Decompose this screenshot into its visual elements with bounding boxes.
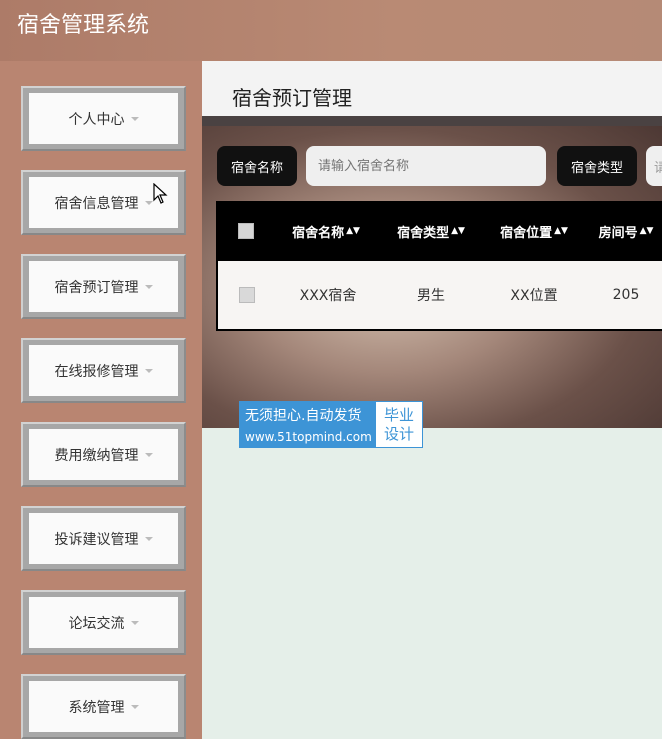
cell-dorm-type: 男生 <box>417 288 445 304</box>
cell-dorm-name: XXX宿舍 <box>299 288 357 304</box>
sidebar-item-fee-payment[interactable]: 费用缴纳管理 <box>21 422 186 487</box>
select-all-checkbox[interactable] <box>238 223 254 239</box>
watermark-line1: 无须担心.自动发货 <box>245 408 362 424</box>
caret-down-icon <box>130 116 139 121</box>
row-select-cell <box>237 261 257 329</box>
column-header-dorm-name[interactable]: 宿舍名称 ▲▼ <box>276 201 376 261</box>
sidebar-item-label: 宿舍预订管理 <box>54 279 139 296</box>
sidebar-item-label: 费用缴纳管理 <box>54 447 139 464</box>
page-title: 宿舍预订管理 <box>232 86 352 110</box>
dorm-type-placeholder: 请 <box>654 160 662 176</box>
sidebar-item-label: 个人中心 <box>68 111 125 128</box>
cell-room-number: 205 <box>612 287 640 303</box>
watermark-right: 毕业 设计 <box>375 401 423 448</box>
row-checkbox[interactable] <box>239 287 255 303</box>
column-label: 房间号 <box>598 225 638 241</box>
caret-down-icon <box>144 284 153 289</box>
dorm-name-label: 宿舍名称 <box>217 146 297 186</box>
sort-icon: ▲▼ <box>451 226 465 236</box>
caret-down-icon <box>144 200 153 205</box>
sidebar-item-label: 投诉建议管理 <box>54 531 139 548</box>
sidebar-item-dorm-booking[interactable]: 宿舍预订管理 <box>21 254 186 319</box>
watermark-right-bottom: 设计 <box>383 424 414 443</box>
sidebar-item-label: 宿舍信息管理 <box>54 195 139 212</box>
sidebar-item-forum[interactable]: 论坛交流 <box>21 590 186 655</box>
column-header-dorm-type[interactable]: 宿舍类型 ▲▼ <box>381 201 481 261</box>
sidebar-item-complaints[interactable]: 投诉建议管理 <box>21 506 186 571</box>
content-panel: 宿舍名称 宿舍类型 请 宿舍名称▲▼ 宿舍类型▲▼ 宿舍位置▲▼ 房间号▲▼ X… <box>202 116 662 448</box>
caret-down-icon <box>144 368 153 373</box>
caret-down-icon <box>130 620 139 625</box>
sort-icon: ▲▼ <box>639 226 654 236</box>
table-row[interactable]: XXX宿舍 男生 XX位置 205 <box>216 261 662 331</box>
sidebar-item-label: 在线报修管理 <box>54 363 139 380</box>
dorm-type-label: 宿舍类型 <box>557 146 637 186</box>
main-content: 宿舍预订管理 宿舍名称 宿舍类型 请 宿舍名称▲▼ 宿舍类型▲▼ 宿舍位置▲▼ … <box>202 61 662 739</box>
sort-icon: ▲▼ <box>554 226 568 236</box>
watermark-badge: 无须担心.自动发货 www.51topmind.com 毕业 设计 <box>239 401 423 448</box>
sidebar: 个人中心 宿舍信息管理 宿舍预订管理 在线报修管理 费用缴纳管理 投诉建议管理 … <box>0 61 202 739</box>
caret-down-icon <box>130 704 139 709</box>
sidebar-item-label: 系统管理 <box>68 699 125 716</box>
watermark-left: 无须担心.自动发货 www.51topmind.com <box>239 401 375 448</box>
caret-down-icon <box>144 452 153 457</box>
caret-down-icon <box>144 536 153 541</box>
page-header: 宿舍预订管理 <box>202 61 662 116</box>
select-all-cell <box>236 201 256 261</box>
table-header: 宿舍名称 ▲▼ 宿舍类型 ▲▼ 宿舍位置 ▲▼ 房间号 ▲▼ <box>216 201 662 261</box>
sort-icon: ▲▼ <box>346 226 360 236</box>
column-label: 宿舍位置 <box>500 225 553 241</box>
watermark-line2: www.51topmind.com <box>245 430 372 444</box>
column-header-room-number[interactable]: 房间号 ▲▼ <box>586 201 662 261</box>
cell-dorm-location: XX位置 <box>510 288 558 304</box>
column-label: 宿舍类型 <box>397 225 450 241</box>
sidebar-item-label: 论坛交流 <box>68 615 125 632</box>
watermark-right-top: 毕业 <box>383 405 414 424</box>
top-bar: 宿舍管理系统 <box>0 0 662 61</box>
app-title: 宿舍管理系统 <box>17 13 150 38</box>
dorm-name-search-input[interactable] <box>306 146 546 186</box>
dorm-type-search-input[interactable]: 请 <box>646 146 662 186</box>
column-header-dorm-location[interactable]: 宿舍位置 ▲▼ <box>484 201 584 261</box>
mouse-cursor-icon <box>153 183 168 204</box>
sidebar-item-personal-center[interactable]: 个人中心 <box>21 86 186 151</box>
panel-top-strip <box>202 116 662 126</box>
column-label: 宿舍名称 <box>292 225 345 241</box>
sidebar-item-repair[interactable]: 在线报修管理 <box>21 338 186 403</box>
sidebar-item-system[interactable]: 系统管理 <box>21 674 186 739</box>
